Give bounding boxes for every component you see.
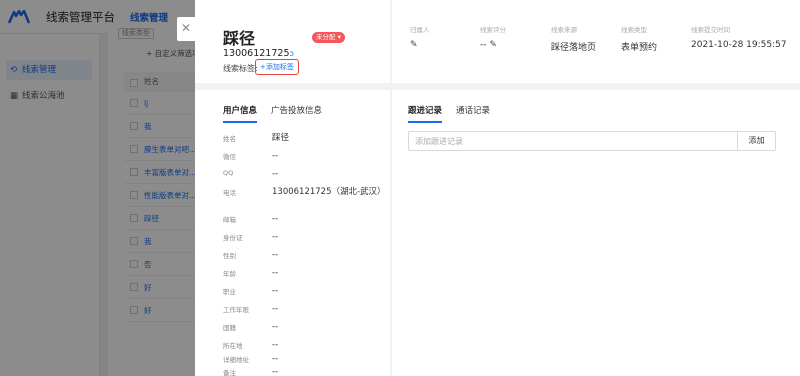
lead-detail-drawer: 踩径 未分配 ▾ 13006121725ↄ 线索标签: +添加标签 归属人 ✎ …: [195, 0, 800, 376]
tag-label: 线索标签:: [223, 64, 258, 73]
close-icon[interactable]: ✕: [177, 17, 195, 41]
tab-ad-info[interactable]: 广告投放信息: [271, 104, 322, 116]
edit-icon[interactable]: ✎: [489, 40, 497, 50]
meta-submit-time: 线索提交时间 2021-10-28 19:55:57: [691, 26, 787, 50]
meta-type: 线索类型 表单预约: [621, 26, 658, 53]
tab-user-info[interactable]: 用户信息: [223, 104, 258, 123]
add-tag-button[interactable]: +添加标签: [255, 59, 299, 75]
edit-icon[interactable]: ✎: [410, 40, 418, 50]
phone-icon[interactable]: ↄ: [290, 49, 294, 58]
lead-meta: 归属人 ✎ 线索评分 -- ✎ 线索来源 踩径落地页 线索类型 表单预约 线索提…: [392, 0, 800, 83]
tab-follow-up[interactable]: 跟进记录: [408, 104, 443, 123]
user-info-panel: 用户信息 广告投放信息 姓名 踩径 微信 -- QQ -- 电话 13006121725…: [195, 90, 390, 376]
meta-score: 线索评分 -- ✎: [480, 26, 506, 50]
lead-header: 踩径 未分配 ▾ 13006121725ↄ 线索标签: +添加标签: [195, 0, 390, 83]
add-follow-up-button[interactable]: 添加: [737, 131, 776, 151]
meta-source: 线索来源 踩径落地页: [551, 26, 597, 53]
meta-owner: 归属人 ✎: [410, 26, 430, 50]
tab-call-records[interactable]: 通话记录: [456, 104, 490, 116]
lead-phone: 13006121725ↄ: [223, 48, 294, 59]
status-badge[interactable]: 未分配 ▾: [312, 32, 345, 43]
follow-up-panel: 跟进记录 通话记录 添加: [392, 90, 800, 376]
lead-name: 踩径: [223, 29, 256, 48]
follow-up-input[interactable]: [408, 131, 738, 151]
